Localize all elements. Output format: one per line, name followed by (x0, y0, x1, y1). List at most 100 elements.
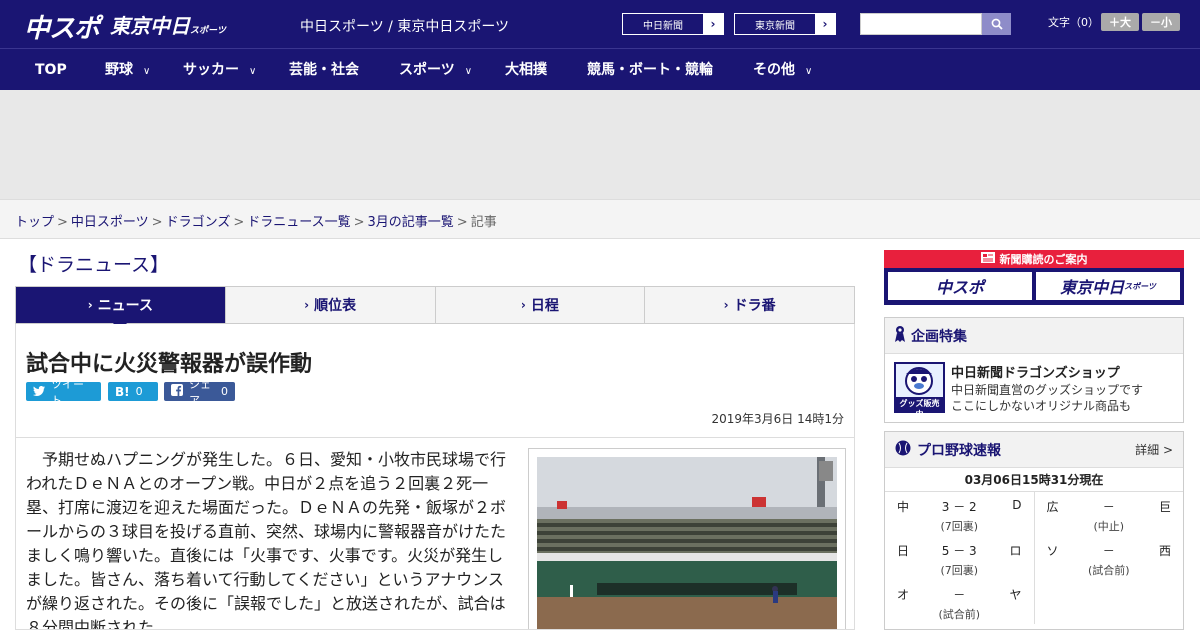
game-status: (試合前) (938, 608, 981, 621)
subscription-heading: 新聞購読のご案内 (884, 250, 1184, 268)
hatena-bookmark-icon: B! (115, 384, 130, 399)
tab-label: 順位表 (314, 298, 357, 314)
nav-other[interactable]: その他 ∨ (753, 49, 812, 91)
subscribe-tokyo-logo[interactable]: 東京中日 スポーツ (1036, 272, 1180, 300)
dragons-shop-thumbnail: グッズ販売中 (894, 362, 945, 419)
stadium-photo[interactable] (537, 457, 837, 629)
subscription-banner[interactable]: 新聞購読のご案内 中スポ 東京中日 スポーツ (884, 250, 1184, 305)
breadcrumb: トップ > 中日スポーツ > ドラゴンズ > ドラニュース一覧 >3月の記事一覧 > 記事 (0, 200, 1200, 239)
tokyo-chunichi-logo[interactable]: 東京中日スポーツ (110, 10, 226, 39)
facebook-share-button[interactable]: シェア 0 (164, 378, 235, 407)
breadcrumb-top[interactable]: トップ (15, 215, 54, 230)
tab-news[interactable]: › ニュース (16, 287, 226, 331)
article-paragraph: 予期せぬハプニングが発生した。６日、愛知・小牧市民球場で行われたＤｅＮＡとのオー… (26, 450, 507, 630)
nav-label: 芸能・社会 (289, 62, 359, 78)
away-team: D (1012, 498, 1022, 512)
breadcrumb-march[interactable]: 3月の記事一覧 (368, 215, 454, 230)
scores-grid: 中 3 － 2 D (7回裏) 日 5 － 3 ロ (7回裏) オ － ヤ (試… (885, 492, 1183, 624)
tweet-button[interactable]: ツイート (26, 378, 101, 407)
tab-label: ニュース (97, 298, 153, 314)
tab-standings[interactable]: › 順位表 (226, 287, 436, 323)
chunichi-shimbun-link[interactable]: 中日新聞 › (622, 13, 724, 35)
tab-label: ドラ番 (733, 298, 776, 314)
article-body: 予期せぬハプニングが発生した。６日、愛知・小牧市民球場で行われたＤｅＮＡとのオー… (15, 438, 855, 630)
nav-racing[interactable]: 競馬・ボート・競輪 (587, 49, 713, 91)
scores-detail-link[interactable]: 詳細 > (1135, 441, 1173, 458)
breadcrumb-chunichi-sports[interactable]: 中日スポーツ (71, 215, 149, 230)
nav-label: スポーツ (399, 62, 455, 78)
tab-draban[interactable]: › ドラ番 (645, 287, 854, 323)
subscribe-chuspo-logo[interactable]: 中スポ (888, 272, 1032, 300)
game-status: (7回裏) (940, 520, 979, 533)
chevron-right-icon: › (815, 14, 835, 34)
away-team: ヤ (1009, 588, 1022, 602)
chevron-down-icon: ∨ (805, 66, 813, 77)
away-team: 西 (1158, 544, 1171, 558)
tab-schedule[interactable]: › 日程 (436, 287, 646, 323)
breadcrumb-separator: > (353, 215, 365, 230)
game-row[interactable]: オ － ヤ (試合前) (885, 580, 1034, 624)
article-title: 試合中に火災警報器が誤作動 (26, 352, 313, 377)
hatena-bookmark-button[interactable]: B! 0 (108, 382, 158, 401)
game-row[interactable]: 広 － 巨 (中止) (1035, 492, 1184, 536)
dragons-shop-item[interactable]: グッズ販売中 中日新聞ドラゴンズショップ 中日新聞直営のグッズショップです ここ… (885, 354, 1183, 422)
game-row[interactable]: 日 5 － 3 ロ (7回裏) (885, 536, 1034, 580)
tokyo-logo-text: 東京中日 (110, 14, 190, 38)
article-photo-frame (528, 448, 846, 629)
tweet-label: ツイート (51, 377, 84, 407)
nav-soccer[interactable]: サッカー ∨ (183, 49, 256, 91)
game-row[interactable]: ソ － 西 (試合前) (1035, 536, 1184, 580)
game-row[interactable]: 中 3 － 2 D (7回裏) (885, 492, 1034, 536)
nav-entertainment[interactable]: 芸能・社会 (289, 49, 359, 91)
away-team: ロ (1009, 544, 1022, 558)
breadcrumb-separator: > (57, 215, 68, 230)
stadium-illustration (537, 457, 837, 629)
chevron-right-icon: › (87, 298, 93, 312)
nav-label: 野球 (105, 62, 133, 78)
font-increase-button[interactable]: ＋大 (1101, 13, 1139, 31)
shop-title: 中日新聞ドラゴンズショップ (951, 366, 1120, 381)
breadcrumb-dragons[interactable]: ドラゴンズ (166, 215, 231, 230)
article-date: 2019年3月6日 14時1分 (711, 412, 844, 426)
nav-sports[interactable]: スポーツ ∨ (399, 49, 472, 91)
feature-box-title: 企画特集 (911, 328, 967, 345)
breadcrumb-separator: > (151, 215, 163, 230)
game-status: (試合前) (1087, 564, 1130, 577)
hatena-count: 0 (135, 385, 143, 398)
scores-timestamp: 03月06日15時31分現在 (885, 468, 1183, 492)
breadcrumb-dra-news[interactable]: ドラニュース一覧 (247, 215, 350, 230)
pro-baseball-scores: プロ野球速報 詳細 > 03月06日15時31分現在 中 3 － 2 D (7回… (884, 431, 1184, 630)
tokyo-shimbun-link[interactable]: 東京新聞 › (734, 13, 836, 35)
nav-sumo[interactable]: 大相撲 (505, 49, 547, 91)
baseball-icon (895, 440, 911, 460)
chuspo-logo[interactable]: 中スポ (24, 8, 100, 45)
search-icon (991, 18, 1003, 30)
shop-desc-line2: ここにしかないオリジナル商品も (951, 399, 1132, 413)
nav-top[interactable]: TOP (35, 49, 67, 91)
facebook-icon (171, 384, 183, 399)
chevron-right-icon: › (520, 298, 526, 312)
site-links[interactable]: 中日スポーツ / 東京中日スポーツ (300, 16, 509, 36)
font-decrease-button[interactable]: －小 (1142, 13, 1180, 31)
main-nav: TOP 野球 ∨ サッカー ∨ 芸能・社会 スポーツ ∨ 大相撲 競馬・ボート・競輪 … (0, 48, 1200, 90)
chevron-right-icon: › (304, 298, 310, 312)
shop-thumbnail-label: グッズ販売中 (899, 399, 940, 419)
scores-title: プロ野球速報 (917, 442, 1001, 459)
ribbon-icon (895, 325, 905, 347)
scores-column-right: 広 － 巨 (中止) ソ － 西 (試合前) (1035, 492, 1184, 624)
nav-label: 競馬・ボート・競輪 (587, 62, 713, 78)
game-score: 3 － 2 (941, 500, 977, 514)
nav-label: 大相撲 (505, 62, 547, 78)
chunichi-link-label: 中日新聞 (643, 20, 683, 32)
article-header: 試合中に火災警報器が誤作動 ツイート B! 0 シェア 0 2019年3月6日 … (15, 324, 855, 438)
chevron-down-icon: ∨ (249, 66, 257, 77)
nav-label: その他 (753, 62, 795, 78)
search-button[interactable] (982, 13, 1011, 35)
search-input[interactable] (860, 13, 982, 35)
chevron-right-icon: › (723, 298, 729, 312)
breadcrumb-separator: > (456, 215, 468, 230)
nav-baseball[interactable]: 野球 ∨ (105, 49, 150, 91)
away-team: 巨 (1158, 500, 1171, 514)
font-size-label: 文字（0） (1048, 16, 1099, 29)
scores-header: プロ野球速報 詳細 > (885, 432, 1183, 468)
